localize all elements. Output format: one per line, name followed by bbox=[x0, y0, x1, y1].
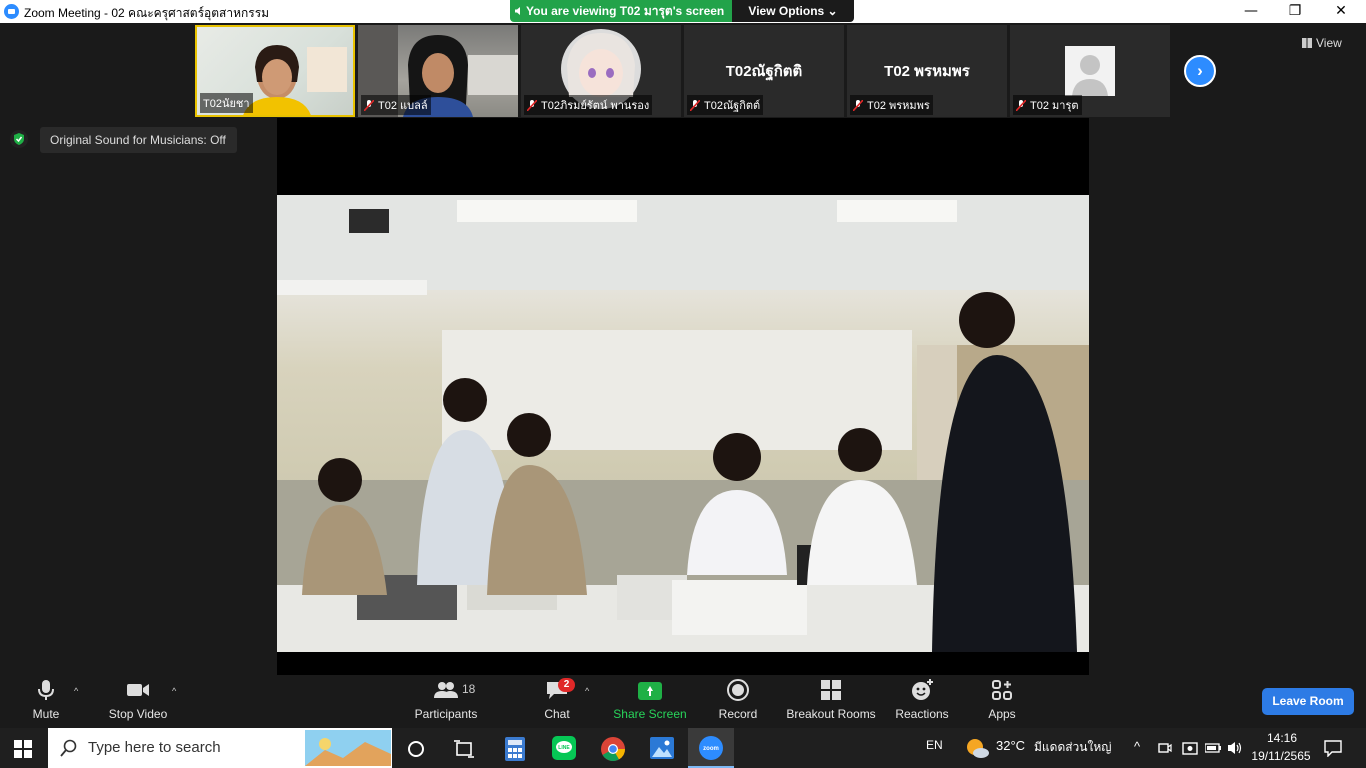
record-button[interactable]: Record bbox=[714, 678, 762, 721]
participant-thumb-1[interactable]: T02นัยชา bbox=[195, 25, 355, 117]
grid-icon bbox=[1302, 38, 1312, 48]
muted-mic-icon bbox=[853, 100, 863, 111]
search-highlight-illustration-icon bbox=[305, 730, 391, 766]
mute-button[interactable]: Mute bbox=[26, 678, 66, 721]
security-shield-icon bbox=[10, 130, 28, 148]
clock-time[interactable]: 14:16 bbox=[1252, 731, 1312, 745]
task-view-circle-icon[interactable] bbox=[406, 739, 426, 759]
weather-sun-cloud-icon[interactable] bbox=[964, 737, 990, 759]
participant-thumb-2[interactable]: T02 แบลล์ bbox=[358, 25, 518, 117]
participants-count: 18 bbox=[462, 682, 476, 696]
muted-mic-icon bbox=[527, 100, 537, 111]
weather-condition[interactable]: มีแดดส่วนใหญ่ bbox=[1034, 738, 1112, 757]
viewing-banner-text: You are viewing T02 มารุต's screen bbox=[526, 4, 725, 18]
meet-now-icon[interactable] bbox=[1158, 741, 1172, 755]
viewing-banner: You are viewing T02 มารุต's screen bbox=[510, 0, 732, 22]
participant-display-name-5: T02 พรหมพร bbox=[884, 63, 970, 80]
share-screen-icon bbox=[638, 682, 662, 700]
close-button[interactable]: ✕ bbox=[1318, 0, 1364, 23]
muted-mic-icon bbox=[690, 100, 700, 111]
windows-start-icon[interactable] bbox=[14, 740, 32, 758]
show-hidden-icons-caret[interactable]: ^ bbox=[1134, 739, 1140, 754]
chat-options-caret[interactable]: ^ bbox=[585, 686, 589, 696]
window-title: Zoom Meeting - 02 คณะครุศาสตร์อุตสาหกรรม bbox=[24, 6, 270, 20]
original-sound-status[interactable]: Original Sound for Musicians: Off bbox=[40, 127, 237, 153]
leave-room-button[interactable]: Leave Room bbox=[1262, 688, 1354, 715]
notifications-icon[interactable] bbox=[1324, 739, 1342, 757]
participant-name-1: T02นัยชา bbox=[200, 93, 253, 113]
participant-thumb-5[interactable]: T02 พรหมพร T02 พรหมพร bbox=[847, 25, 1007, 117]
svg-text:zoom: zoom bbox=[703, 746, 719, 752]
muted-mic-icon bbox=[1016, 100, 1026, 111]
participant-thumb-6[interactable]: T02 มารุต bbox=[1010, 25, 1170, 117]
breakout-rooms-icon bbox=[821, 680, 841, 700]
svg-text:LINE: LINE bbox=[558, 745, 570, 751]
share-screen-button[interactable]: Share Screen bbox=[612, 678, 688, 721]
participant-display-name-4: T02ณัฐกิตติ bbox=[725, 63, 803, 80]
clock-date[interactable]: 19/11/2565 bbox=[1248, 749, 1314, 763]
task-view-icon[interactable] bbox=[454, 740, 474, 758]
classroom-video-image bbox=[277, 195, 1089, 652]
meeting-toolbar: Mute ^ Stop Video ^ Participants 18 Chat… bbox=[0, 676, 1366, 728]
muted-mic-icon bbox=[364, 100, 374, 111]
reactions-button[interactable]: Reactions bbox=[894, 678, 950, 721]
zoom-app-icon: zoom bbox=[699, 736, 723, 760]
view-button[interactable]: View bbox=[1302, 33, 1360, 53]
participant-name-6: T02 มารุต bbox=[1013, 95, 1082, 115]
zoom-taskbar-button[interactable]: zoom bbox=[688, 728, 734, 768]
shared-video-frame bbox=[277, 195, 1089, 652]
power-battery-icon[interactable] bbox=[1205, 741, 1221, 755]
chat-unread-badge: 2 bbox=[558, 678, 575, 692]
capture-icon[interactable] bbox=[1182, 740, 1198, 756]
participant-name-4: T02ณัฐกิตต์ bbox=[687, 95, 764, 115]
participant-name-3: T02ภิรมย์รัตน์ พานรอง bbox=[524, 95, 653, 115]
temperature[interactable]: 32°C bbox=[996, 738, 1025, 753]
apps-button[interactable]: Apps bbox=[984, 678, 1020, 721]
smiley-icon bbox=[912, 679, 933, 700]
apps-icon bbox=[992, 680, 1012, 700]
participant-name-5: T02 พรหมพร bbox=[850, 95, 933, 115]
speaker-icon bbox=[515, 7, 520, 15]
stop-video-button[interactable]: Stop Video bbox=[104, 678, 172, 721]
input-language[interactable]: EN bbox=[926, 738, 943, 752]
line-app-icon[interactable]: LINE bbox=[552, 736, 576, 760]
calculator-app-icon[interactable] bbox=[505, 737, 525, 761]
restore-button[interactable]: ❐ bbox=[1272, 0, 1318, 23]
zoom-logo-icon bbox=[4, 4, 19, 19]
minimize-button[interactable]: — bbox=[1228, 0, 1274, 23]
volume-icon[interactable] bbox=[1227, 740, 1243, 756]
participant-name-2: T02 แบลล์ bbox=[361, 95, 431, 115]
taskbar-search-placeholder: Type here to search bbox=[88, 739, 221, 756]
photos-app-icon[interactable] bbox=[650, 737, 674, 759]
chrome-app-icon[interactable] bbox=[600, 736, 626, 762]
participants-icon bbox=[434, 682, 458, 698]
video-camera-icon bbox=[127, 684, 149, 696]
record-icon bbox=[727, 679, 749, 701]
view-options-button[interactable]: View Options ⌄ bbox=[732, 0, 854, 22]
participant-thumb-3[interactable]: T02ภิรมย์รัตน์ พานรอง bbox=[521, 25, 681, 117]
next-page-button[interactable]: › bbox=[1184, 55, 1216, 87]
video-options-caret[interactable]: ^ bbox=[172, 686, 176, 696]
search-icon bbox=[60, 739, 77, 757]
shared-screen bbox=[277, 118, 1089, 675]
breakout-rooms-button[interactable]: Breakout Rooms bbox=[784, 678, 878, 721]
participant-thumb-4[interactable]: T02ณัฐกิตติ T02ณัฐกิตต์ bbox=[684, 25, 844, 117]
audio-options-caret[interactable]: ^ bbox=[74, 686, 78, 696]
microphone-icon bbox=[38, 680, 54, 700]
